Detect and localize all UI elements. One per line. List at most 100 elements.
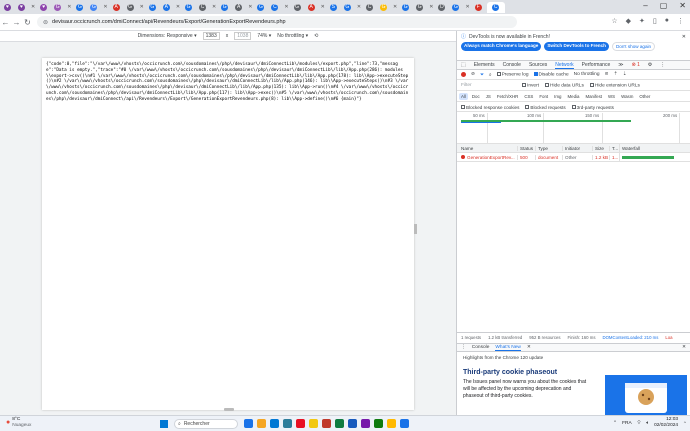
drawer-tab-whats-new[interactable]: What's New [495, 345, 521, 351]
table-row[interactable]: GenerationExportRev... 500 document Othe… [457, 153, 690, 162]
browser-tab[interactable]: G [450, 2, 461, 13]
close-tab-icon[interactable]: ✕ [284, 4, 288, 10]
browser-tab[interactable]: F [473, 2, 484, 13]
browser-tab[interactable]: G [125, 2, 136, 13]
dont-show-again-button[interactable]: Don't show again [611, 42, 656, 51]
type-wasm[interactable]: Wasm [619, 93, 635, 100]
width-input[interactable]: 1383 [202, 32, 220, 40]
reload-icon[interactable]: ↻ [22, 18, 33, 27]
taskbar-app-icon[interactable] [296, 419, 305, 428]
extension-icon[interactable]: ◆ [626, 17, 631, 25]
browser-tab[interactable]: G [88, 2, 99, 13]
weather-widget[interactable]: ● 8°C Nuageux [6, 417, 31, 429]
browser-menu-icon[interactable]: ⋮ [677, 17, 684, 25]
tab-console[interactable]: Console [503, 62, 521, 68]
sidepanel-icon[interactable]: ▯ [653, 17, 657, 25]
search-icon[interactable]: ⌕ [489, 72, 492, 78]
taskbar-app-icon[interactable] [283, 419, 292, 428]
col-status[interactable]: Status [517, 145, 535, 151]
site-info-icon[interactable]: ⊜ [43, 19, 48, 26]
browser-tab[interactable]: G [292, 2, 303, 13]
tab-elements[interactable]: Elements [474, 62, 495, 68]
download-icon[interactable]: ⇣ [623, 72, 627, 77]
browser-tab[interactable]: ♥ [38, 2, 49, 13]
close-window-button[interactable]: ✕ [679, 1, 686, 10]
dimensions-select[interactable]: Dimensions: Responsive ▾ [138, 33, 197, 39]
browser-tab[interactable]: C [486, 1, 505, 13]
filter-input[interactable]: Filter [461, 83, 516, 88]
invert-checkbox[interactable]: Invert [522, 82, 539, 88]
close-tab-icon[interactable]: ✕ [357, 4, 361, 10]
col-size[interactable]: Size [592, 145, 609, 151]
taskbar-app-icon[interactable] [387, 419, 396, 428]
browser-tab[interactable]: C [197, 2, 208, 13]
taskbar-app-icon[interactable] [322, 419, 331, 428]
taskbar-search[interactable]: ⌕ Rechercher [174, 419, 238, 429]
upload-icon[interactable]: ⇡ [614, 72, 618, 77]
blocked-response-cookies-checkbox[interactable]: Blocked response cookies [461, 105, 519, 110]
windows-start-icon[interactable] [160, 420, 168, 428]
switch-french-button[interactable]: Switch DevTools to French [544, 42, 609, 51]
blocked-requests-checkbox[interactable]: Blocked requests [525, 105, 566, 110]
taskbar-app-icon[interactable] [374, 419, 383, 428]
viewport-bottom-handle[interactable] [224, 408, 234, 411]
close-tab-icon[interactable]: ✕ [176, 4, 180, 10]
close-tab-icon[interactable]: ✕ [31, 4, 35, 10]
browser-tab[interactable]: G [255, 2, 266, 13]
profile-avatar[interactable]: ● [665, 17, 669, 25]
browser-tab[interactable]: C [364, 2, 375, 13]
col-waterfall[interactable]: Waterfall [619, 144, 690, 152]
type-other[interactable]: Other [637, 93, 652, 100]
close-drawer-icon[interactable]: ✕ [682, 345, 686, 350]
more-tabs-icon[interactable]: ≫ [618, 62, 623, 68]
throttle-select[interactable]: No throttling ▾ [277, 33, 308, 39]
taskbar-app-icon[interactable] [309, 419, 318, 428]
clear-icon[interactable]: ⊘ [471, 72, 475, 77]
type-ws[interactable]: WS [606, 93, 617, 100]
network-icon[interactable]: ⌔ [637, 420, 642, 426]
settings-gear-icon[interactable]: ⚙ [648, 62, 652, 68]
language-indicator[interactable]: FRA [622, 421, 632, 426]
taskbar-app-icon[interactable] [400, 419, 409, 428]
record-icon[interactable] [461, 72, 466, 77]
browser-tab[interactable]: ♥ [16, 2, 27, 13]
col-type[interactable]: Type [535, 145, 562, 151]
browser-tab[interactable]: G [219, 2, 230, 13]
inspect-icon[interactable]: ⬚ [461, 62, 466, 68]
taskbar-app-icon[interactable] [270, 419, 279, 428]
bookmark-star-icon[interactable]: ☆ [611, 17, 617, 25]
browser-tab[interactable]: A [161, 2, 172, 13]
browser-tab[interactable]: A [111, 2, 122, 13]
taskbar-app-icon[interactable] [335, 419, 344, 428]
url-input[interactable]: ⊜ devisaur.occicrunch.com/dmiConnect/api… [37, 16, 517, 28]
minimize-button[interactable]: – [643, 1, 647, 10]
type-js[interactable]: JS [484, 93, 493, 100]
tab-sources[interactable]: Sources [529, 62, 547, 68]
close-tab-icon[interactable]: ✕ [321, 4, 325, 10]
third-party-requests-checkbox[interactable]: 3rd-party requests [571, 105, 614, 110]
network-overview-timeline[interactable]: 50 ms 100 ms 150 ms 200 ms [457, 112, 690, 144]
tab-performance[interactable]: Performance [582, 62, 611, 68]
height-input[interactable]: 1038 [234, 32, 252, 40]
type-all[interactable]: All [459, 93, 468, 100]
viewport-resize-handle[interactable] [414, 224, 417, 234]
volume-icon[interactable]: 🔈︎ [646, 420, 649, 426]
hide-data-urls-checkbox[interactable]: Hide data URLs [545, 82, 584, 88]
notifications-icon[interactable]: ◔ [683, 421, 686, 426]
maximize-button[interactable]: ▢ [660, 1, 668, 10]
hide-extension-urls-checkbox[interactable]: Hide extension URLs [589, 82, 640, 88]
col-initiator[interactable]: Initiator [562, 145, 592, 151]
type-font[interactable]: Font [537, 93, 550, 100]
back-icon[interactable]: ← [0, 18, 11, 27]
close-tab-icon[interactable]: ✕ [103, 4, 107, 10]
browser-tab[interactable]: A [233, 2, 244, 13]
error-count-badge[interactable]: ⊗ 1 [631, 62, 639, 68]
match-language-button[interactable]: Always match Chrome's language [461, 42, 542, 51]
type-doc[interactable]: Doc [470, 93, 482, 100]
tray-chevron-icon[interactable]: ⌃ [613, 421, 617, 426]
browser-tab[interactable]: G [183, 2, 194, 13]
close-tab-icon[interactable]: ✕ [212, 4, 216, 10]
taskbar-app-icon[interactable] [361, 419, 370, 428]
close-tab-icon[interactable]: ✕ [429, 4, 433, 10]
close-infobar-icon[interactable]: ✕ [682, 34, 686, 40]
